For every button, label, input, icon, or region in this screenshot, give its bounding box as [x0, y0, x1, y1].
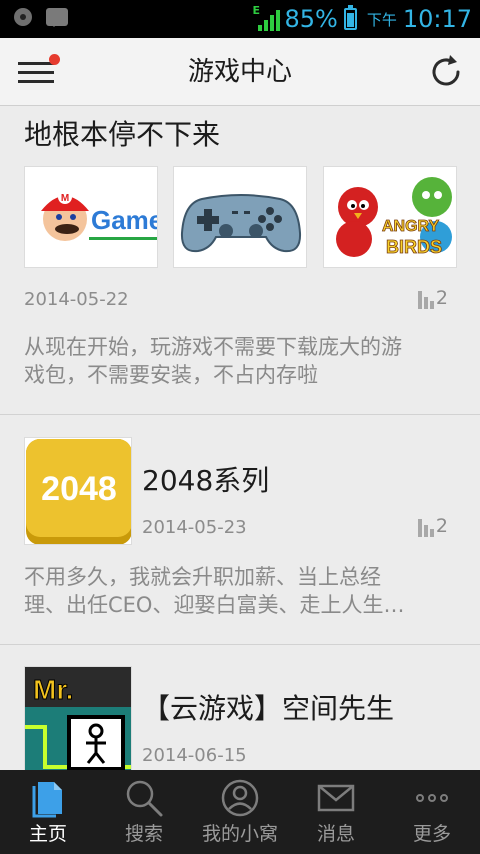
svg-text:ANGRY: ANGRY — [382, 218, 440, 235]
svg-text:M: M — [61, 193, 69, 204]
thumbnail-mario[interactable]: M Game — [24, 166, 158, 268]
tab-more[interactable]: 更多 — [384, 770, 480, 854]
tab-label: 更多 — [412, 823, 451, 845]
notification-icon — [14, 8, 32, 26]
thumbnail-angry-birds[interactable]: ANGRY BIRDS — [323, 166, 457, 268]
article-description: 从现在开始，玩游戏不需要下载庞大的游 戏包，不需要安装，不占内存啦 — [24, 335, 402, 387]
article-title: 地根本停不下来 — [24, 118, 221, 151]
svg-text:Mr.: Mr. — [33, 674, 73, 705]
article-date: 2014-05-22 — [24, 289, 129, 310]
view-count-value: 2 — [435, 287, 448, 309]
tab-home[interactable]: 主页 — [0, 770, 96, 854]
svg-text:BIRDS: BIRDS — [386, 237, 442, 257]
message-notification-icon — [46, 8, 68, 27]
document-icon — [32, 782, 62, 818]
article-description: 不用多久，我就会升职加薪、当上总经 理、出任CEO、迎娶白富美、走上人生… — [24, 565, 405, 617]
tab-label: 消息 — [316, 823, 355, 845]
search-icon — [126, 780, 163, 817]
bar-chart-icon — [417, 289, 434, 309]
status-bar: E 85% 下午 10:17 — [0, 0, 480, 38]
app-header: 游戏中心 — [0, 38, 480, 106]
refresh-icon — [432, 55, 460, 86]
list-item[interactable]: 2048 2048系列 2014-05-23 2 不用多久，我就会升职加薪、当上… — [0, 415, 480, 645]
article-title: 2048系列 — [142, 464, 270, 497]
list-item[interactable]: Mr. 【云游戏】空间先生 2014-06-15 — [0, 645, 480, 770]
clock: 10:17 — [402, 5, 472, 33]
app-icon-mr-space[interactable]: Mr. — [24, 666, 132, 770]
view-count: 2 — [417, 515, 448, 537]
article-list[interactable]: 地根本停不下来 M Game ANGRY BIRDS 2014-05-22 2 … — [0, 107, 480, 770]
thumbnail-gamepad[interactable] — [173, 166, 307, 268]
tab-label: 主页 — [28, 823, 67, 845]
battery-icon — [343, 5, 357, 30]
view-count-value: 2 — [435, 515, 448, 537]
refresh-button[interactable] — [426, 52, 466, 92]
more-icon — [416, 794, 448, 802]
bottom-navigation: 主页 搜索 我的小窝 消息 更多 — [0, 770, 480, 854]
view-count: 2 — [417, 287, 448, 309]
list-item[interactable]: 地根本停不下来 M Game ANGRY BIRDS 2014-05-22 2 … — [0, 107, 480, 415]
battery-percent: 85% — [284, 5, 338, 33]
article-date: 2014-05-23 — [142, 517, 247, 538]
bar-chart-icon — [417, 517, 434, 537]
tab-messages[interactable]: 消息 — [288, 770, 384, 854]
article-title: 【云游戏】空间先生 — [142, 692, 395, 725]
thumb-text: Game — [91, 205, 158, 235]
article-date: 2014-06-15 — [142, 745, 247, 766]
tab-label: 搜索 — [124, 823, 163, 845]
tab-label: 我的小窝 — [201, 823, 278, 845]
mail-icon — [317, 784, 355, 812]
signal-icon: E — [252, 4, 281, 32]
user-icon — [221, 779, 259, 817]
page-title: 游戏中心 — [187, 57, 292, 87]
app-icon-2048[interactable]: 2048 — [24, 437, 132, 545]
time-ampm: 下午 — [366, 10, 397, 29]
tab-search[interactable]: 搜索 — [96, 770, 192, 854]
svg-text:2048: 2048 — [41, 470, 117, 508]
tab-my-nest[interactable]: 我的小窝 — [192, 770, 288, 854]
